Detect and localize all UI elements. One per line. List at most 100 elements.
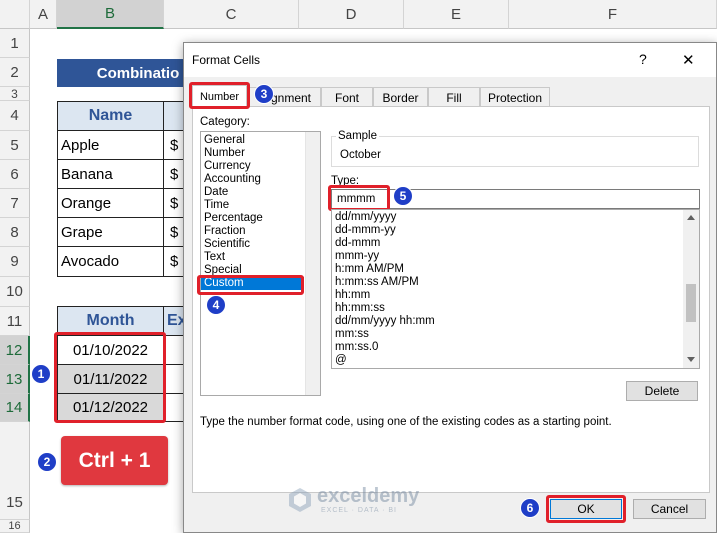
- table2-cell-c13[interactable]: [163, 364, 184, 394]
- row-header-2[interactable]: 2: [0, 58, 30, 87]
- format-code-item[interactable]: dd/mm/yyyy: [332, 211, 699, 224]
- sample-box: October: [331, 136, 699, 167]
- row-header-1[interactable]: 1: [0, 29, 30, 58]
- category-scrollbar[interactable]: [305, 132, 320, 395]
- category-percentage[interactable]: Percentage: [201, 212, 320, 225]
- category-scientific[interactable]: Scientific: [201, 238, 320, 251]
- step-badge-5: 5: [393, 186, 413, 206]
- format-code-item[interactable]: mm:ss: [332, 328, 699, 341]
- category-number[interactable]: Number: [201, 147, 320, 160]
- fruit-cell-5[interactable]: Avocado: [57, 246, 164, 277]
- format-code-list[interactable]: dd/mm/yyyy dd-mmm-yy dd-mmm mmm-yy h:mm …: [331, 209, 700, 369]
- tab-border[interactable]: Border: [373, 87, 428, 107]
- format-code-item[interactable]: dd-mmm: [332, 237, 699, 250]
- row-header-14[interactable]: 14: [0, 394, 30, 422]
- category-general[interactable]: General: [201, 134, 320, 147]
- step-badge-1: 1: [31, 364, 51, 384]
- format-list-scrollbar[interactable]: [683, 210, 699, 368]
- format-code-item[interactable]: dd-mmm-yy: [332, 224, 699, 237]
- category-fraction[interactable]: Fraction: [201, 225, 320, 238]
- scroll-down-arrow-icon[interactable]: [687, 357, 695, 362]
- category-list[interactable]: General Number Currency Accounting Date …: [200, 131, 321, 396]
- row-header-12[interactable]: 12: [0, 336, 30, 365]
- price-cell-3[interactable]: $: [163, 188, 184, 218]
- fruit-cell-1[interactable]: Apple: [57, 130, 164, 160]
- table2-cell-c14[interactable]: [163, 393, 184, 422]
- table2-cell-c12[interactable]: [163, 335, 184, 365]
- format-code-item[interactable]: @: [332, 354, 699, 367]
- column-header-d[interactable]: D: [299, 0, 404, 29]
- fruit-cell-4[interactable]: Grape: [57, 217, 164, 247]
- category-label: Category:: [200, 116, 250, 128]
- step-badge-3: 3: [254, 84, 274, 104]
- row-header-9[interactable]: 9: [0, 247, 30, 277]
- ok-button-highlight: [546, 495, 626, 523]
- sheet-title-cell[interactable]: Combinatio: [57, 59, 183, 87]
- help-button[interactable]: ?: [639, 51, 647, 67]
- exceldemy-watermark: exceldemy EXCEL · DATA · BI: [287, 485, 437, 515]
- row-header-13[interactable]: 13: [0, 365, 30, 394]
- watermark-tagline: EXCEL · DATA · BI: [321, 507, 397, 514]
- column-header-b[interactable]: B: [57, 0, 164, 29]
- cancel-button[interactable]: Cancel: [633, 499, 706, 519]
- format-cells-dialog: Format Cells ? ✕ Number gnment Font Bord…: [183, 42, 717, 533]
- format-code-item[interactable]: h:mm AM/PM: [332, 263, 699, 276]
- step-badge-6: 6: [520, 498, 540, 518]
- table1-header-c[interactable]: [163, 101, 184, 131]
- number-tab-highlight: [189, 82, 250, 109]
- close-icon[interactable]: ✕: [682, 51, 695, 69]
- custom-category-highlight: [197, 275, 304, 295]
- table2-header-c[interactable]: Ex: [163, 306, 184, 336]
- ctrl-1-shortcut-key: Ctrl + 1: [61, 436, 168, 485]
- row-header-7[interactable]: 7: [0, 189, 30, 218]
- price-cell-2[interactable]: $: [163, 159, 184, 189]
- fruit-cell-3[interactable]: Orange: [57, 188, 164, 218]
- step-badge-4: 4: [206, 295, 226, 315]
- scroll-up-arrow-icon[interactable]: [687, 215, 695, 220]
- sample-label: Sample: [336, 130, 379, 142]
- price-cell-1[interactable]: $: [163, 130, 184, 160]
- format-code-item[interactable]: dd/mm/yyyy hh:mm: [332, 315, 699, 328]
- row-header-8[interactable]: 8: [0, 218, 30, 247]
- column-header-f[interactable]: F: [509, 0, 717, 29]
- name-header-cell[interactable]: Name: [57, 101, 164, 131]
- column-header-a[interactable]: A: [30, 0, 57, 29]
- tab-font[interactable]: Font: [321, 87, 373, 107]
- category-date[interactable]: Date: [201, 186, 320, 199]
- tab-protection[interactable]: Protection: [480, 87, 550, 107]
- scrollbar-thumb[interactable]: [686, 284, 696, 322]
- column-header-c[interactable]: C: [164, 0, 299, 29]
- category-currency[interactable]: Currency: [201, 160, 320, 173]
- delete-button[interactable]: Delete: [626, 381, 698, 401]
- column-header-e[interactable]: E: [404, 0, 509, 29]
- row-header-11[interactable]: 11: [0, 307, 30, 336]
- dialog-title: Format Cells: [192, 53, 261, 67]
- tab-fill[interactable]: Fill: [428, 87, 480, 107]
- format-hint-text: Type the number format code, using one o…: [200, 416, 612, 428]
- row-header-10[interactable]: 10: [0, 277, 30, 307]
- select-all-corner[interactable]: [0, 0, 30, 29]
- format-code-item[interactable]: mmm-yy: [332, 250, 699, 263]
- fruit-cell-2[interactable]: Banana: [57, 159, 164, 189]
- type-input-highlight: [328, 185, 390, 211]
- sheet-title: Combinatio: [96, 64, 180, 82]
- category-time[interactable]: Time: [201, 199, 320, 212]
- row-header-6[interactable]: 6: [0, 160, 30, 189]
- category-accounting[interactable]: Accounting: [201, 173, 320, 186]
- row-header-15[interactable]: 15: [0, 422, 30, 520]
- format-code-item[interactable]: h:mm:ss AM/PM: [332, 276, 699, 289]
- watermark-name: exceldemy: [317, 485, 420, 507]
- row-header-4[interactable]: 4: [0, 101, 30, 131]
- format-code-item[interactable]: hh:mm:ss: [332, 302, 699, 315]
- format-code-item[interactable]: mm:ss.0: [332, 341, 699, 354]
- row-header-3[interactable]: 3: [0, 87, 30, 101]
- row-header-5[interactable]: 5: [0, 131, 30, 160]
- price-cell-4[interactable]: $: [163, 217, 184, 247]
- category-text[interactable]: Text: [201, 251, 320, 264]
- step-badge-2: 2: [37, 452, 57, 472]
- format-code-item[interactable]: hh:mm: [332, 289, 699, 302]
- price-cell-5[interactable]: $: [163, 246, 184, 277]
- row-header-16[interactable]: 16: [0, 520, 30, 533]
- date-selection-highlight: [54, 332, 166, 423]
- dialog-title-bar[interactable]: Format Cells ? ✕: [184, 43, 716, 77]
